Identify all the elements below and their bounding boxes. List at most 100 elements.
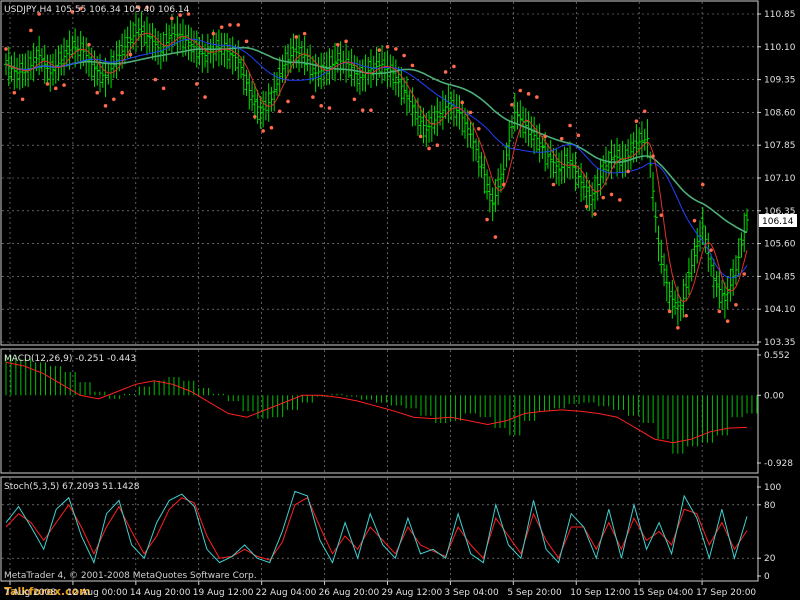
sar-dot [593,212,597,216]
sar-dot [87,42,91,47]
sar-dot [244,39,249,44]
sar-dot [269,125,274,130]
sar-dot [676,325,680,330]
time-tick-label: 26 Aug 20:00 [319,588,380,598]
sar-dot [526,92,531,96]
sar-dot [194,82,199,86]
time-tick-label: 22 Aug 04:00 [256,588,317,598]
sar-dot [576,133,581,138]
sar-dot [4,47,8,51]
sar-dot [203,95,207,99]
sar-dot [427,146,431,151]
price-tick-label: 109.35 [764,76,796,86]
sar-dot [642,109,647,114]
sar-dot [418,134,423,139]
stoch-tick-label: 100 [764,483,781,493]
price-tick-label: 108.60 [764,108,796,118]
sar-dot [609,192,614,197]
price-tick-label: 107.10 [764,174,796,184]
sar-dot [452,64,456,69]
sar-dot [402,53,406,58]
trading-chart: 110.85 110.10 109.35 108.60 107.85 107.10 106.… [0,0,800,600]
sar-dot [443,70,448,74]
sar-dot [468,110,473,115]
price-tick-label: 107.85 [764,141,796,151]
time-tick-label: 15 Sep 04:00 [633,588,693,598]
sar-dot [559,136,564,141]
stoch-title: Stoch(5,3,5) 67.2093 51.1428 [4,482,140,492]
sar-dot [327,106,332,110]
time-tick-label: 5 Sep 20:00 [507,588,562,598]
sar-dot [62,83,66,87]
sar-dot [477,127,481,131]
sar-dot [551,182,556,187]
sar-dot [385,45,390,49]
sar-dot [460,100,465,105]
price-tick-label: 103.35 [764,338,796,348]
chart-background [0,0,800,600]
sar-dot [700,182,705,187]
sar-dot [684,313,688,318]
sar-dot [95,90,100,95]
time-tick-label: 3 Sep 04:00 [444,588,499,598]
sar-dot [634,119,639,123]
sar-dot [29,28,33,33]
sar-dot [12,90,17,95]
sar-dot [742,272,747,276]
time-tick-label: 10 Sep 12:00 [570,588,630,598]
macd-tick-label: 0.552 [764,351,790,361]
sar-dot [377,48,382,52]
sar-dot [161,86,166,91]
sar-dot [286,99,290,104]
time-tick-label: 7 Aug 2008 [4,588,56,598]
sar-dot [618,198,622,202]
sar-dot [659,213,664,217]
sar-dot [294,35,299,39]
sar-dot [535,95,539,99]
sar-dot [734,303,738,307]
sar-dot [651,154,655,158]
sar-dot [518,88,523,93]
sar-dot [20,97,25,102]
sar-dot [153,77,158,82]
sar-dot [435,143,440,147]
sar-dot [103,104,108,108]
sar-dot [493,235,498,239]
sar-dot [112,97,116,102]
sar-dot [501,182,506,187]
sar-dot [568,123,572,128]
sar-dot [261,129,265,133]
watermark-copyright: MetaTrader 4, © 2001-2008 MetaQuotes Sof… [4,571,257,581]
sar-dot [211,31,216,36]
sar-dot [128,52,133,57]
sar-dot [692,218,697,223]
price-title: USDJPY,H4 105.55 106.34 105.40 106.14 [4,5,190,15]
price-tick-label: 104.85 [764,272,796,282]
sar-dot [302,31,307,36]
sar-dot [344,39,348,44]
price-tick-label: 105.60 [764,240,796,250]
sar-dot [352,97,357,102]
macd-title: MACD(12,26,9) -0.251 -0.443 [4,354,136,364]
sar-dot [709,248,713,252]
macd-tick-label: 0.00 [764,391,784,401]
sar-dot [277,109,282,114]
sar-dot [335,42,340,47]
sar-dot [485,217,489,222]
stoch-tick-label: 80 [764,501,776,511]
sar-dot [53,86,58,91]
macd-tick-label: -0.928 [764,459,793,469]
current-price-label: 106.14 [762,217,794,227]
sar-dot [410,63,415,68]
sar-dot [717,309,722,314]
price-tick-label: 110.85 [764,10,796,20]
sar-dot [394,47,398,51]
price-tick-label: 104.10 [764,305,796,315]
sar-dot [543,134,547,139]
sar-dot [360,108,365,113]
time-tick-label: 12 Aug 00:00 [67,588,128,598]
time-tick-label: 17 Sep 20:00 [696,588,756,598]
sar-dot [725,319,730,324]
current-price-marker: 106.14 [759,214,797,227]
time-tick-label: 29 Aug 12:00 [382,588,443,598]
